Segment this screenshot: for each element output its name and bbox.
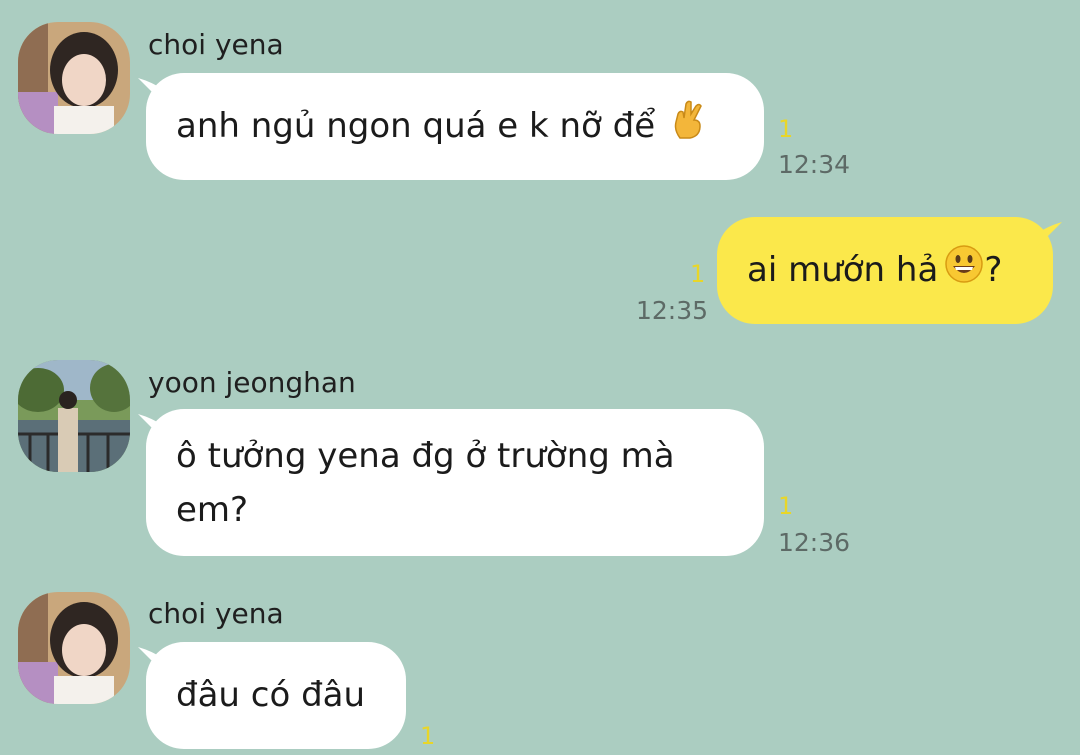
message-suffix: ? — [984, 250, 1003, 290]
message-bubble[interactable]: anh ngủ ngon quá e k nỡ để — [146, 73, 764, 180]
message-text: đâu có đâu — [176, 675, 366, 715]
avatar-image — [18, 360, 130, 472]
unread-count: 1 — [778, 115, 794, 143]
message-bubble[interactable]: ai mướn hả ? — [717, 217, 1053, 324]
grinning-face-icon — [944, 244, 984, 300]
message-text: anh ngủ ngon quá e k nỡ để — [176, 106, 656, 146]
bubble-tail — [1036, 222, 1062, 248]
avatar-choi-yena[interactable] — [18, 22, 130, 134]
avatar-image — [18, 592, 130, 704]
unread-count: 1 — [690, 260, 706, 288]
message-text: ai mướn hả — [747, 250, 939, 290]
timestamp: 12:36 — [778, 528, 851, 557]
message-bubble[interactable]: đâu có đâu — [146, 642, 406, 749]
timestamp: 12:35 — [636, 296, 709, 325]
timestamp: 12:34 — [778, 150, 851, 179]
avatar-yoon-jeonghan[interactable] — [18, 360, 130, 472]
crossed-fingers-icon — [672, 100, 706, 156]
message-bubble[interactable]: ô tưởng yena đg ở trường mà em? — [146, 409, 764, 556]
sender-name: yoon jeonghan — [148, 366, 356, 399]
sender-name: choi yena — [148, 597, 284, 630]
message-text: ô tưởng yena đg ở trường mà em? — [176, 436, 675, 530]
unread-count: 1 — [778, 492, 794, 520]
avatar-choi-yena[interactable] — [18, 592, 130, 704]
avatar-image — [18, 22, 130, 134]
unread-count: 1 — [420, 722, 436, 750]
sender-name: choi yena — [148, 28, 284, 61]
